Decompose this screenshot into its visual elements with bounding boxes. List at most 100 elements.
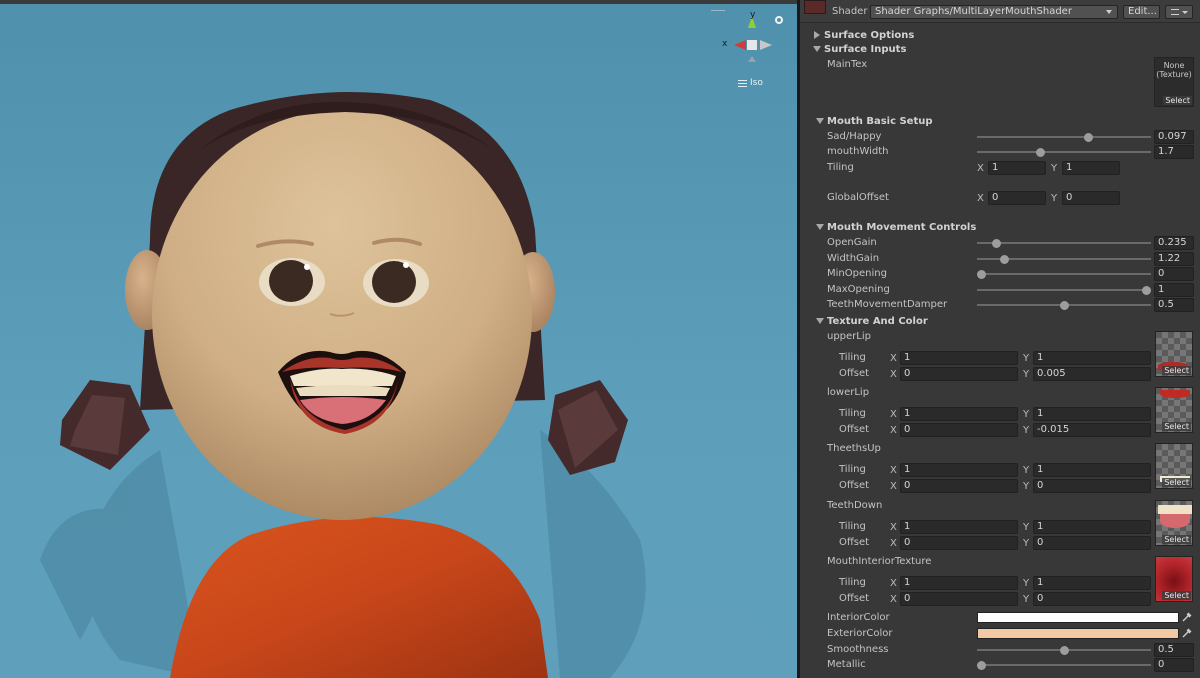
- texture-lower-lip-tiling-x-label: X: [890, 409, 897, 421]
- texture-teeth-up-offset-y-field[interactable]: 0: [1033, 479, 1151, 494]
- texture-lower-lip-tiling-x-field[interactable]: 1: [900, 407, 1018, 422]
- texture-teeth-up-slot[interactable]: Select: [1155, 443, 1193, 490]
- texture-mouth-interior-tiling-y-field[interactable]: 1: [1033, 575, 1151, 590]
- surface-inputs-header[interactable]: Surface Inputs: [824, 44, 906, 56]
- gizmo-z-ring-icon[interactable]: [775, 16, 783, 24]
- texture-teeth-down-tiling-x-field[interactable]: 1: [900, 519, 1018, 534]
- texture-lower-lip-tiling-y-field[interactable]: 1: [1033, 407, 1151, 422]
- mouth-basic-expand-icon[interactable]: [816, 118, 824, 124]
- movement-4-slider-thumb[interactable]: [1060, 301, 1069, 310]
- texture-teeth-down-offset-y-field[interactable]: 0: [1033, 535, 1151, 550]
- movement-3-value-field[interactable]: 1: [1154, 282, 1194, 297]
- gizmo-x-label: x: [722, 39, 728, 49]
- movement-1-slider-thumb[interactable]: [1000, 254, 1009, 264]
- texture-mouth-interior-select-button[interactable]: Select: [1162, 590, 1191, 600]
- metallic-0-slider-track[interactable]: [977, 664, 1151, 666]
- texture-upper-lip-tiling-x-label: X: [890, 353, 897, 364]
- texture-teeth-down-slot[interactable]: Select: [1155, 499, 1193, 546]
- texture-lower-lip-offset-y-field[interactable]: -0.015: [1033, 423, 1151, 438]
- left-eye: [259, 258, 325, 306]
- surface-inputs-expand-icon[interactable]: [813, 46, 821, 52]
- surface-options-header[interactable]: Surface Options: [824, 30, 914, 42]
- movement-0-slider-track[interactable]: [977, 242, 1151, 244]
- movement-3-slider-track[interactable]: [977, 288, 1151, 291]
- texture-color-expand-icon[interactable]: [816, 318, 824, 324]
- movement-0-slider-thumb[interactable]: [992, 239, 1001, 248]
- texture-mouth-interior-offset-y-field[interactable]: 0: [1033, 591, 1151, 606]
- gizmo-y-label: y: [750, 10, 756, 20]
- movement-3-slider-thumb[interactable]: [1142, 285, 1151, 295]
- exterior-color-swatch[interactable]: [977, 628, 1179, 639]
- mouth-basic-setup-header[interactable]: Mouth Basic Setup: [827, 116, 933, 128]
- texture-mouth-interior-offset-x-field[interactable]: 0: [900, 591, 1018, 606]
- interior-color-swatch[interactable]: [977, 612, 1179, 623]
- basic-tiling-y-label: Y: [1051, 163, 1058, 174]
- surface-options-collapse-icon[interactable]: [814, 31, 820, 39]
- smoothness-0-slider-thumb[interactable]: [1060, 646, 1069, 655]
- maintex-none-text: None (Texture): [1156, 61, 1192, 79]
- movement-2-value-field[interactable]: 0: [1154, 267, 1194, 281]
- gizmo-neg-x-cone-icon[interactable]: [760, 40, 772, 50]
- basic-1-slider-track[interactable]: [977, 151, 1151, 153]
- texture-upper-lip-offset-y-label: Y: [1023, 369, 1030, 380]
- basic-0-value-field[interactable]: 0.097: [1154, 130, 1194, 144]
- texture-teeth-down-select-button[interactable]: Select: [1162, 534, 1191, 544]
- texture-mouth-interior-label: MouthInteriorTexture: [827, 555, 932, 567]
- texture-upper-lip-slot[interactable]: Select: [1155, 331, 1193, 377]
- texture-and-color-header[interactable]: Texture And Color: [827, 316, 928, 328]
- shader-dropdown[interactable]: Shader Graphs/MultiLayerMouthShader: [870, 5, 1118, 19]
- texture-lower-lip-offset-x-label: X: [890, 425, 897, 437]
- character-shirt: [170, 517, 548, 678]
- texture-mouth-interior-tiling-x-field[interactable]: 1: [900, 575, 1018, 590]
- maintex-slot[interactable]: None (Texture) Select: [1154, 57, 1194, 107]
- texture-upper-lip-select-button[interactable]: Select: [1162, 366, 1191, 375]
- gizmo-center-cube-icon[interactable]: [747, 40, 757, 50]
- maintex-select-button[interactable]: Select: [1163, 96, 1192, 105]
- texture-upper-lip-tiling-x-field[interactable]: 1: [900, 351, 1018, 365]
- gizmo-handle-icon[interactable]: [711, 10, 725, 11]
- texture-teeth-up-offset-x-field[interactable]: 0: [900, 479, 1018, 494]
- movement-4-value-field[interactable]: 0.5: [1154, 298, 1194, 312]
- exterior-color-label: ExteriorColor: [827, 628, 893, 639]
- texture-upper-lip-tiling-y-field[interactable]: 1: [1033, 351, 1151, 365]
- scene-viewport[interactable]: x y Iso: [0, 0, 797, 678]
- mouth-movement-expand-icon[interactable]: [816, 224, 824, 230]
- texture-mouth-interior-slot[interactable]: Select: [1155, 555, 1193, 602]
- texture-upper-lip-offset-y-field[interactable]: 0.005: [1033, 367, 1151, 381]
- texture-teeth-up-tiling-y-field[interactable]: 1: [1033, 463, 1151, 478]
- global-offset-y-field[interactable]: 0: [1062, 191, 1120, 205]
- projection-toggle[interactable]: Iso: [738, 78, 763, 88]
- texture-upper-lip-offset-x-field[interactable]: 0: [900, 367, 1018, 381]
- global-offset-x-field[interactable]: 0: [988, 191, 1046, 205]
- texture-teeth-down-tiling-y-field[interactable]: 1: [1033, 519, 1151, 534]
- texture-teeth-up-tiling-x-field[interactable]: 1: [900, 463, 1018, 478]
- metallic-0-slider-thumb[interactable]: [977, 661, 986, 670]
- movement-2-slider-thumb[interactable]: [977, 270, 986, 279]
- texture-lower-lip-offset-x-field[interactable]: 0: [900, 423, 1018, 438]
- edit-shader-button[interactable]: Edit...: [1123, 5, 1160, 19]
- global-offset-y-label: Y: [1051, 193, 1058, 204]
- texture-teeth-down-offset-x-field[interactable]: 0: [900, 535, 1018, 550]
- texture-lower-lip-slot[interactable]: Select: [1155, 387, 1193, 434]
- gizmo-neg-y-cone-icon[interactable]: [748, 56, 756, 62]
- texture-teeth-down-tiling-x-label: X: [890, 521, 897, 533]
- gizmo-x-cone-icon[interactable]: [734, 40, 746, 50]
- texture-teeth-up-select-button[interactable]: Select: [1162, 478, 1191, 488]
- basic-tiling-x-field[interactable]: 1: [988, 161, 1046, 175]
- texture-lower-lip-select-button[interactable]: Select: [1162, 422, 1191, 432]
- basic-1-slider-thumb[interactable]: [1036, 148, 1045, 157]
- basic-1-value-field[interactable]: 1.7: [1154, 145, 1194, 159]
- basic-tiling-y-field[interactable]: 1: [1062, 161, 1120, 175]
- movement-1-value-field[interactable]: 1.22: [1154, 251, 1194, 266]
- eyedropper-icon[interactable]: [1182, 628, 1192, 638]
- shader-options-button[interactable]: [1165, 5, 1193, 19]
- basic-0-slider-track[interactable]: [977, 136, 1151, 138]
- basic-0-slider-thumb[interactable]: [1084, 133, 1093, 142]
- movement-0-value-field[interactable]: 0.235: [1154, 236, 1194, 250]
- eyedropper-icon[interactable]: [1182, 612, 1192, 622]
- smoothness-0-value-field[interactable]: 0.5: [1154, 643, 1194, 657]
- movement-2-slider-track[interactable]: [977, 273, 1151, 275]
- metallic-0-value-field[interactable]: 0: [1154, 658, 1194, 672]
- mouth-movement-controls-header[interactable]: Mouth Movement Controls: [827, 222, 976, 234]
- texture-mouth-interior-offset-x-label: X: [890, 593, 897, 605]
